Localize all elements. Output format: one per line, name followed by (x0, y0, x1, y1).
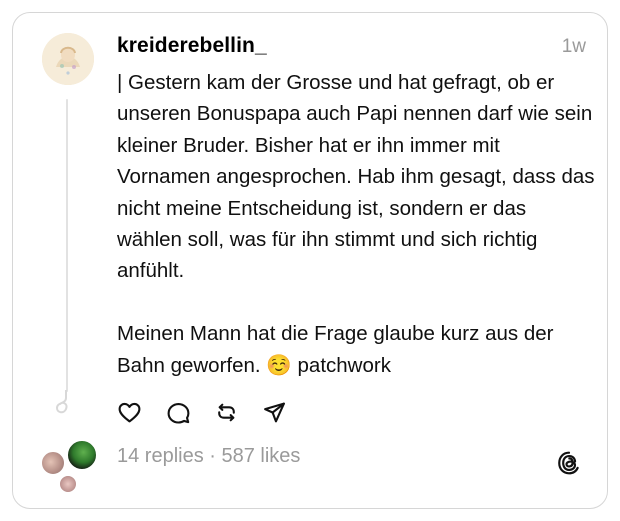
repost-button[interactable] (212, 398, 240, 426)
replier-avatar[interactable] (66, 439, 98, 471)
share-button[interactable] (260, 398, 288, 426)
avatar-illustration (42, 33, 94, 85)
replier-avatar[interactable] (58, 474, 78, 494)
author-avatar[interactable] (42, 33, 94, 85)
repost-icon (217, 403, 235, 421)
heart-icon (118, 402, 140, 422)
replier-avatar[interactable] (40, 450, 66, 476)
speech-bubble-icon (167, 402, 189, 424)
like-button[interactable] (115, 398, 143, 426)
threads-logo-icon[interactable] (556, 450, 582, 476)
threads-logo-glyph (558, 451, 579, 475)
reply-button[interactable] (164, 398, 192, 426)
reply-like-counts[interactable]: 14 replies · 587 likes (117, 445, 300, 468)
send-icon (263, 402, 285, 422)
post-body: | Gestern kam der Grosse und hat gefragt… (117, 71, 595, 377)
thread-curl-icon (55, 390, 68, 414)
thread-line (66, 99, 68, 392)
post-timestamp: 1w (561, 36, 586, 57)
post-username[interactable]: kreiderebellin_ (117, 34, 267, 58)
